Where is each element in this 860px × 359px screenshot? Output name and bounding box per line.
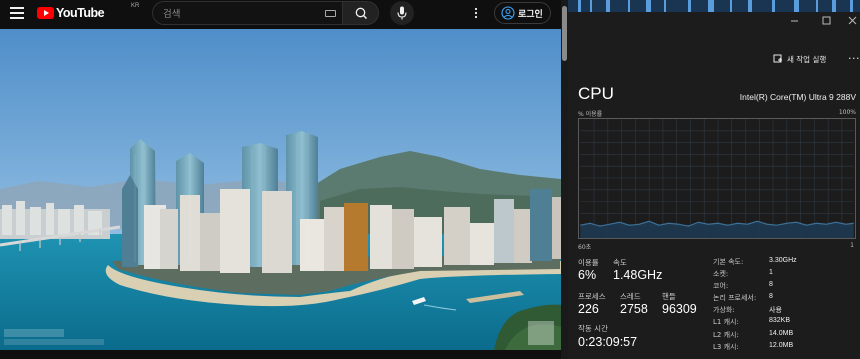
cpu-model-name: Intel(R) Core(TM) Ultra 9 288V [739,92,856,102]
window-controls [791,16,857,25]
new-task-icon [773,54,782,63]
mic-icon [397,6,407,20]
handles-value: 96309 [662,302,697,316]
cpu-usage-graph [578,118,856,239]
task-manager-window: 새 작업 실행 ··· CPU Intel(R) Core(TM) Ultra … [568,0,860,359]
usage-axis-max: 100% [838,109,856,116]
speed-value: 1.48GHz [613,268,663,282]
processes-value: 226 [578,302,599,316]
speed-label: 속도 [613,258,627,267]
search-input[interactable]: 검색 [152,1,342,25]
search-button[interactable] [342,1,379,25]
run-new-task-button[interactable]: 새 작업 실행 [773,53,826,65]
page-scrollbar-thumb[interactable] [562,6,567,61]
keyboard-icon[interactable] [325,10,336,17]
time-axis-end: 1 [850,242,854,249]
video-info-area [0,350,561,359]
channel-watermark-icon [528,321,554,345]
sockets-key: 소켓: [713,270,729,278]
cores-value: 8 [769,281,773,288]
logical-processors-value: 8 [769,293,773,300]
page-title: CPU [578,84,614,103]
time-axis-label: 60초 [578,244,592,251]
maximize-icon [822,16,831,25]
l2-cache-value: 14.0MB [769,330,794,337]
base-speed-value: 3.30GHz [769,257,797,264]
base-speed-key: 기본 속도: [713,258,744,266]
l1-cache-key: L1 캐시: [713,318,739,326]
cores-key: 코어: [713,282,729,290]
run-new-task-label: 새 작업 실행 [787,54,827,64]
virtualization-value: 사용 [769,307,782,314]
l3-cache-key: L3 캐시: [713,343,739,351]
account-icon [501,6,515,20]
youtube-logo[interactable]: YouTube KR [37,3,139,21]
l3-cache-value: 12.0MB [769,342,794,349]
logical-processors-key: 논리 프로세서: [713,294,757,302]
youtube-play-icon [37,7,54,19]
window-caption-bar[interactable] [568,12,860,30]
virtualization-key: 가상화: [713,306,735,314]
sockets-value: 1 [769,269,773,276]
handles-label: 핸들 [662,292,676,301]
youtube-masthead: YouTube KR 검색 로그인 [0,0,568,28]
more-vert-icon[interactable] [472,6,480,20]
processes-label: 프로세스 [578,292,606,301]
menu-icon[interactable] [10,7,24,19]
login-button[interactable]: 로그인 [494,2,551,24]
desktop: YouTube KR 검색 로그인 새 작업 실행 ··· CPU Intel(… [0,0,860,359]
voice-search-button[interactable] [390,1,414,25]
region-code: KR [131,3,140,9]
more-options-icon[interactable]: ··· [848,52,860,65]
title-bar-strip [568,0,860,12]
video-player[interactable] [0,29,561,350]
usage-axis-label: % 이용률 [578,111,603,118]
uptime-value: 0:23:09:57 [578,335,638,349]
utilization-label: 이용률 [578,258,599,267]
youtube-logo-text: YouTube [56,6,105,20]
youtube-window: YouTube KR 검색 로그인 [0,0,568,359]
threads-label: 스레드 [620,292,641,301]
l2-cache-key: L2 캐시: [713,331,739,339]
search-placeholder: 검색 [163,9,181,20]
login-label: 로그인 [518,10,543,20]
search-icon [355,7,367,19]
threads-value: 2758 [620,302,648,316]
l1-cache-value: 832KB [769,317,791,324]
utilization-value: 6% [578,268,597,282]
uptime-label: 작동 시간 [578,324,608,333]
